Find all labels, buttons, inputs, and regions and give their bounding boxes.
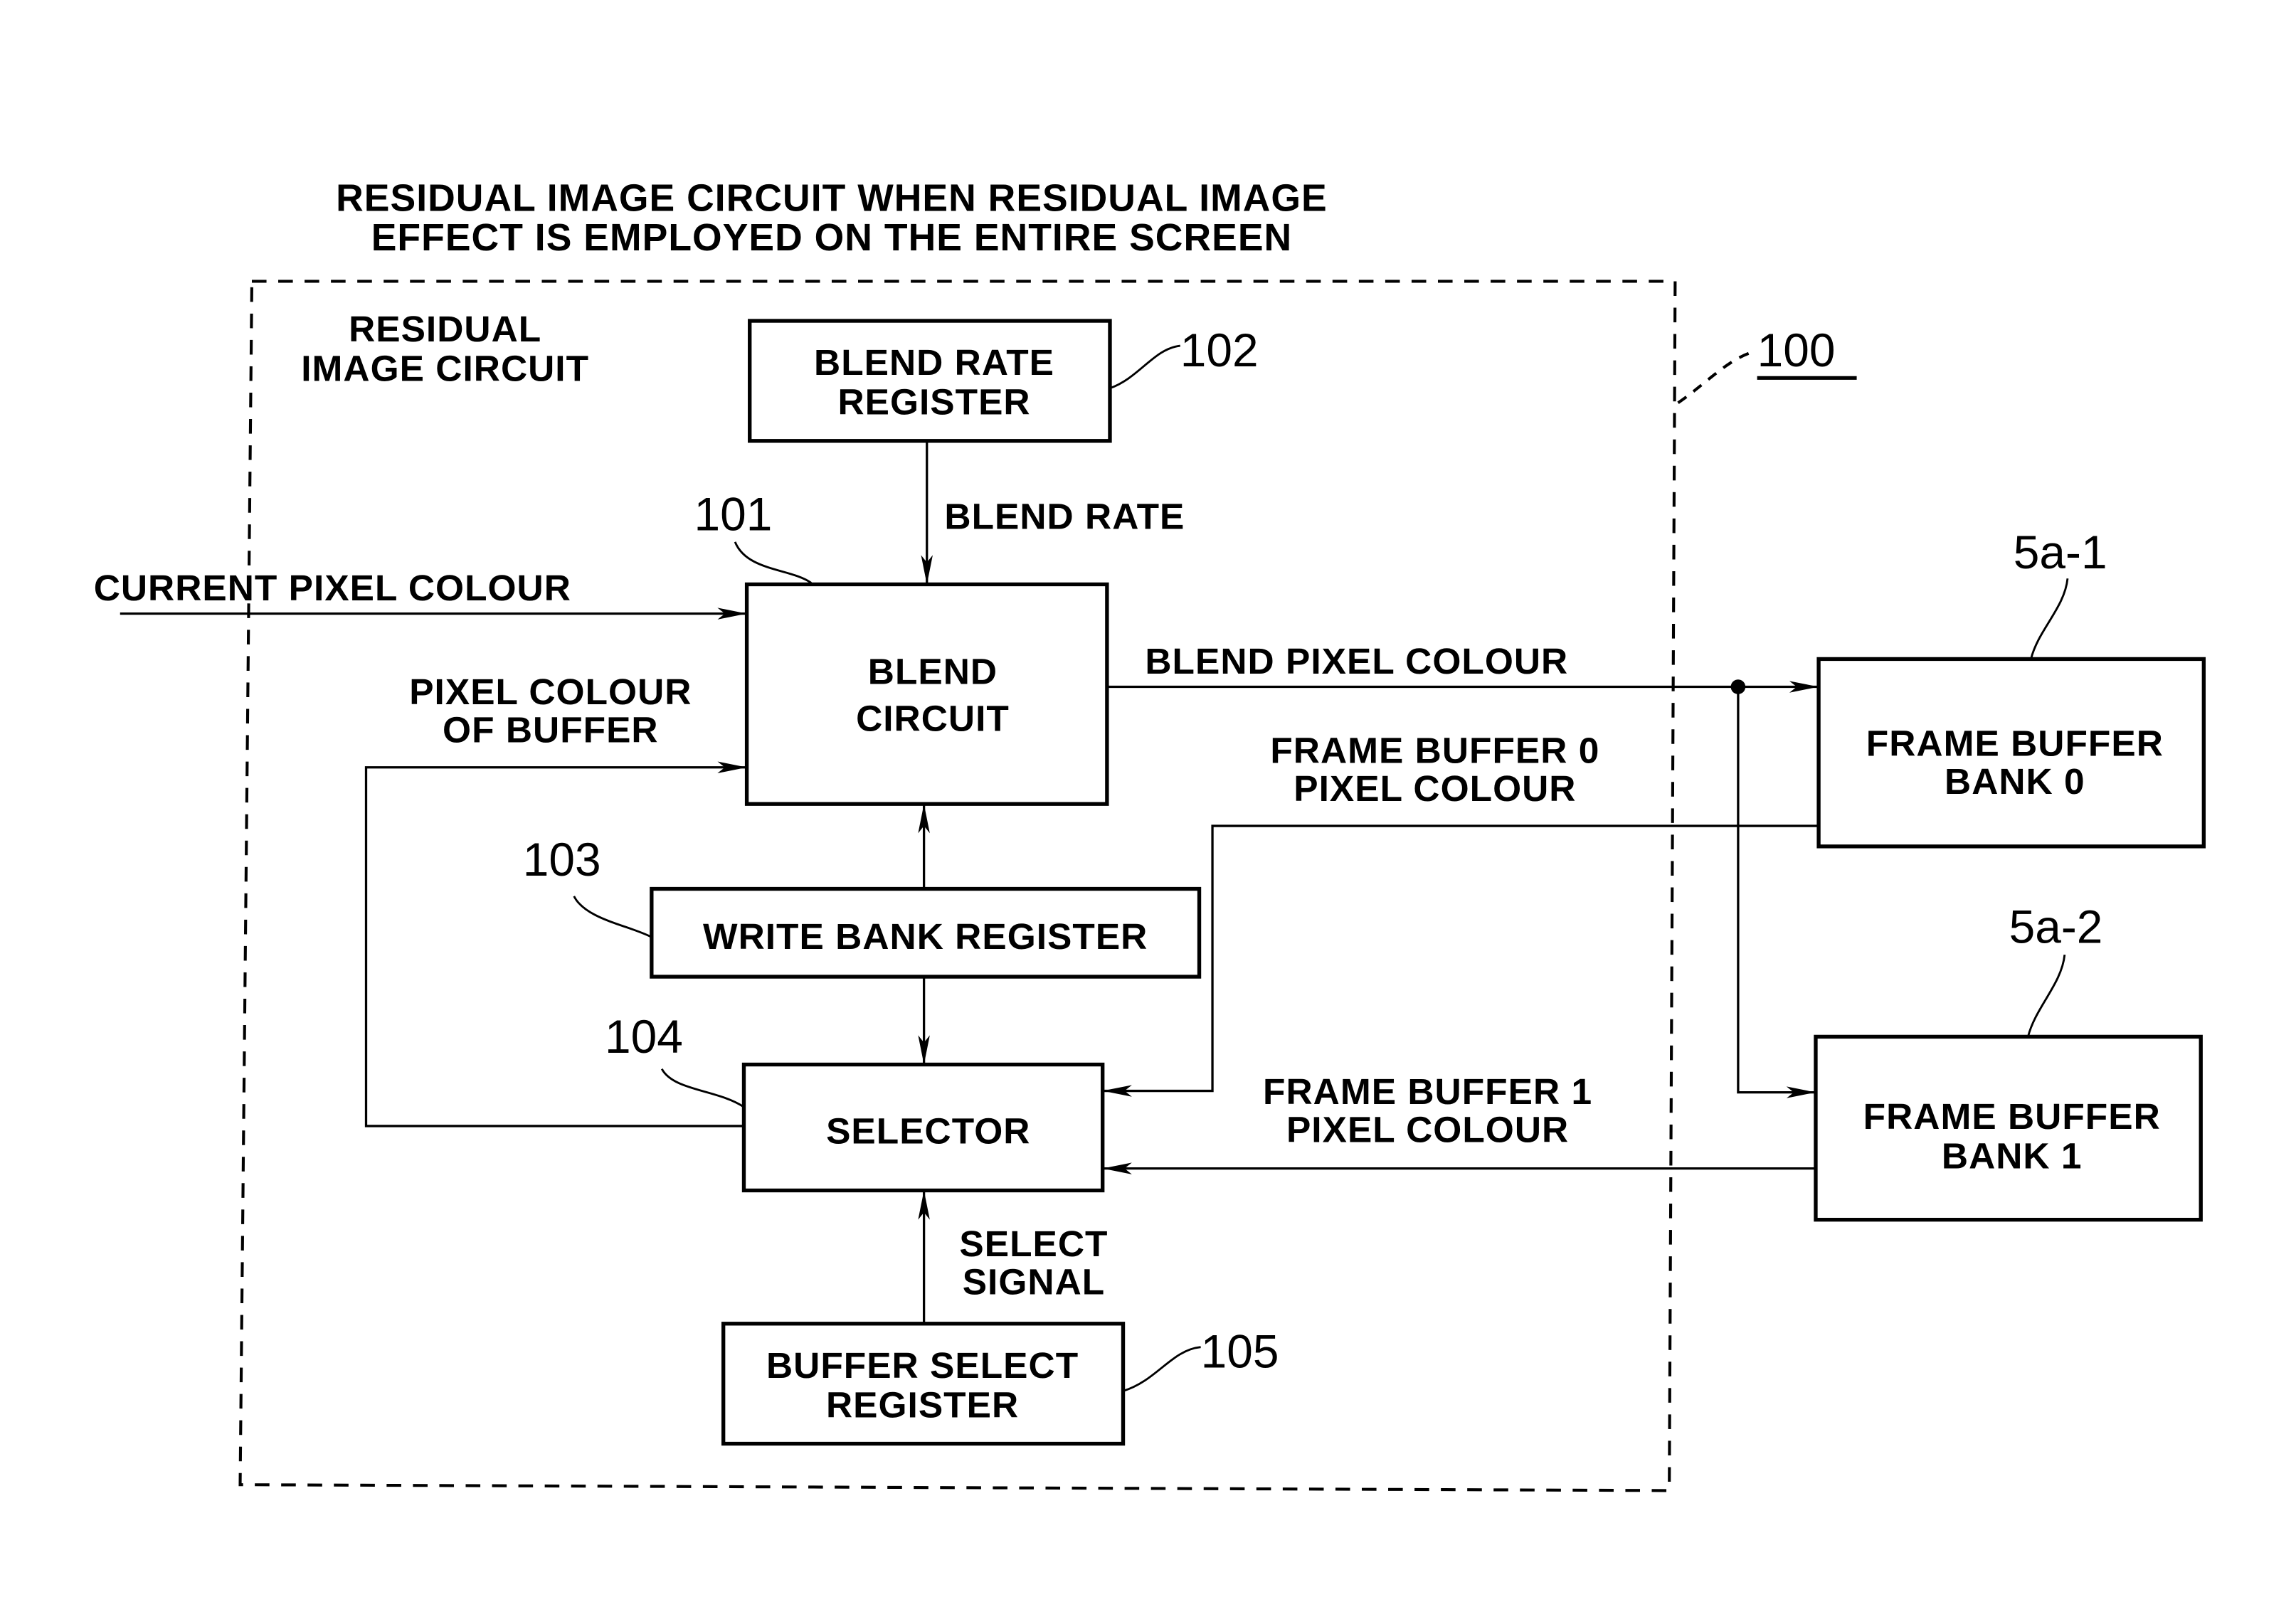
blend-rate-register-line1: BLEND RATE — [814, 341, 1054, 383]
select-signal-line1: SELECT — [959, 1223, 1108, 1264]
frame-buffer-bank0-line2: BANK 0 — [1945, 760, 2085, 802]
blend-pixel-colour-to-bank1-arrow — [1737, 686, 1816, 1098]
buffer-select-register-block: BUFFER SELECT REGISTER — [721, 1322, 1126, 1446]
frame-buffer-bank1-line1: FRAME BUFFER — [1863, 1095, 2161, 1137]
ref-103-leader — [573, 896, 652, 938]
ref-105: 105 — [1201, 1325, 1279, 1378]
blend-circuit-block: BLEND CIRCUIT — [744, 582, 1109, 806]
ref-5a-1: 5a-1 — [2014, 526, 2107, 578]
ref-100: 100 — [1757, 324, 1836, 376]
blend-pixel-colour-label: BLEND PIXEL COLOUR — [1145, 640, 1568, 681]
fb0-pixel-colour-arrow — [1102, 824, 1819, 1097]
frame-buffer-bank0-block: FRAME BUFFER BANK 0 — [1816, 657, 2206, 849]
blend-rate-label: BLEND RATE — [944, 495, 1185, 536]
fb1-pixel-colour-line1: FRAME BUFFER 1 — [1263, 1071, 1592, 1112]
blend-circuit-line1: BLEND — [868, 650, 998, 691]
ref-105-leader — [1123, 1346, 1201, 1392]
ref-102-leader — [1109, 344, 1180, 390]
frame-buffer-bank1-block: FRAME BUFFER BANK 1 — [1814, 1034, 2203, 1222]
blend-circuit-line2: CIRCUIT — [856, 697, 1010, 738]
pixel-colour-of-buffer-line1: PIXEL COLOUR — [409, 671, 692, 712]
selector-label: SELECTOR — [826, 1110, 1030, 1152]
ref-5a-2: 5a-2 — [2009, 901, 2103, 953]
select-signal-line2: SIGNAL — [963, 1261, 1106, 1302]
blend-rate-register-line2: REGISTER — [837, 381, 1030, 423]
write-bank-register-block: WRITE BANK REGISTER — [650, 886, 1202, 979]
fb1-pixel-colour-line2: PIXEL COLOUR — [1286, 1109, 1569, 1150]
ref-103: 103 — [523, 833, 601, 886]
ref-104-leader — [660, 1068, 745, 1108]
residual-image-circuit-region — [238, 280, 1677, 1492]
ref-5a-1-leader — [2030, 578, 2069, 659]
frame-buffer-bank1-line2: BANK 1 — [1942, 1135, 2083, 1177]
ref-104: 104 — [605, 1010, 683, 1063]
frame-buffer-bank0-line1: FRAME BUFFER — [1866, 722, 2164, 763]
ref-100-leader — [1677, 350, 1755, 404]
current-pixel-colour-label: CURRENT PIXEL COLOUR — [94, 567, 571, 608]
selector-block: SELECTOR — [741, 1062, 1105, 1193]
ref-5a-2-leader — [2026, 955, 2066, 1037]
write-bank-register-label: WRITE BANK REGISTER — [703, 916, 1148, 957]
region-label-line1: RESIDUAL — [349, 308, 541, 349]
diagram-title-line1: RESIDUAL IMAGE CIRCUIT WHEN RESIDUAL IMA… — [336, 178, 1328, 220]
ref-102: 102 — [1180, 324, 1259, 376]
ref-101-leader — [734, 541, 812, 584]
blend-rate-register-block: BLEND RATE REGISTER — [748, 319, 1112, 443]
buffer-select-register-line2: REGISTER — [826, 1384, 1019, 1425]
region-label-line2: IMAGE CIRCUIT — [301, 347, 589, 388]
fb0-pixel-colour-line1: FRAME BUFFER 0 — [1270, 730, 1599, 771]
fb0-pixel-colour-line2: PIXEL COLOUR — [1294, 768, 1576, 809]
diagram-canvas: RESIDUAL IMAGE CIRCUIT WHEN RESIDUAL IMA… — [94, 178, 2206, 1492]
ref-101: 101 — [694, 487, 773, 540]
diagram-title-line2: EFFECT IS EMPLOYED ON THE ENTIRE SCREEN — [371, 217, 1293, 259]
pixel-colour-of-buffer-line2: OF BUFFER — [443, 709, 659, 750]
buffer-select-register-line1: BUFFER SELECT — [766, 1344, 1079, 1386]
